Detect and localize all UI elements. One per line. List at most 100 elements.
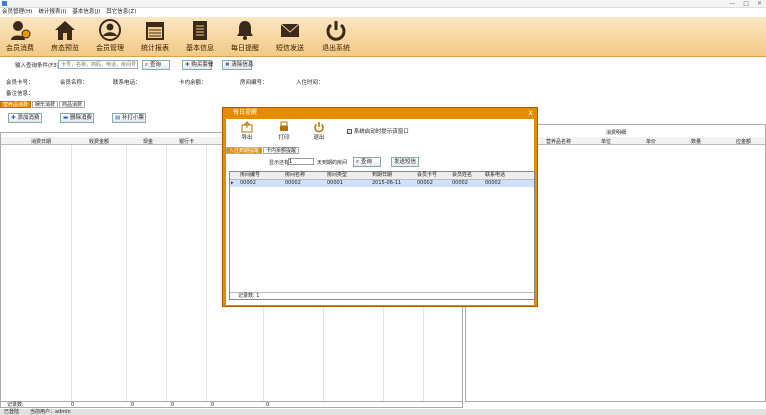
toolbar-exit[interactable]: 退出系统	[314, 19, 358, 55]
query-button[interactable]: ⌕ 查询	[142, 60, 170, 70]
col-cash: 现金	[143, 139, 154, 145]
add-consume-button[interactable]: ✚ 添加消费	[8, 113, 42, 123]
toolbar-label: 退出系统	[322, 44, 350, 52]
delete-consume-button[interactable]: ▬ 删除消费	[60, 113, 94, 123]
record-count-row: 记录数: 0 0 0 0 0	[0, 401, 463, 408]
status-bar: 已登陆 当前用户：admin	[0, 409, 766, 415]
user-circle-icon	[99, 19, 121, 41]
search-icon: ⌕	[356, 159, 360, 165]
maximize-button[interactable]: □	[743, 0, 749, 8]
minimize-button[interactable]: —	[729, 0, 735, 8]
card-label: 会员卡号：	[6, 80, 34, 86]
app-icon	[2, 1, 7, 6]
menu-basic[interactable]: 基本信息(J)	[72, 8, 100, 17]
detail-title: 消费明细	[606, 130, 627, 136]
printer-icon	[280, 121, 288, 131]
current-user: 当前用户：admin	[30, 409, 71, 415]
power-icon	[314, 122, 324, 133]
col-total: 应金额	[736, 139, 752, 145]
minus-icon: ▬	[63, 115, 69, 121]
startup-checkbox[interactable]: ✓ 系统启动时提示该窗口	[347, 127, 409, 135]
sum-1: 0	[131, 402, 135, 408]
col-amount: 收费金额	[89, 139, 110, 145]
filter-row: 显示还有 天到期的房间 ⌕ 查询 发送短信	[226, 155, 534, 169]
reminder-record-count: 记录数: 1	[230, 292, 534, 299]
toolbar-label: 会员消费	[6, 44, 34, 52]
printer-icon: ▤	[115, 115, 121, 121]
search-input[interactable]	[58, 60, 138, 69]
col-bankcard: 银行卡	[179, 139, 195, 145]
dialog-title: 每日提醒	[233, 109, 258, 116]
clear-info-button[interactable]: ✖ 清除信息	[222, 60, 253, 70]
reminder-grid-header: 房间编号 房间名称 房间类型 到期日期 会员卡号 会员姓名 联系电话	[230, 172, 534, 180]
tab-balance-reminder[interactable]: 卡内余额提醒	[263, 147, 300, 154]
days-input[interactable]	[288, 158, 314, 165]
member-consume-icon	[11, 21, 31, 40]
name-label: 会员名称：	[60, 80, 88, 86]
toolbar-label: 每日提醒	[231, 44, 259, 52]
menu-report[interactable]: 统计报表(I)	[38, 8, 66, 17]
table-row[interactable]: ▸ 00002 00002 00001 2015-06-11 00002 000…	[230, 180, 534, 187]
phone-label: 联系电话：	[113, 80, 141, 86]
room-label: 房间编号：	[240, 80, 268, 86]
bell-icon	[237, 21, 253, 40]
close-icon: ✖	[225, 62, 230, 68]
balance-label: 卡内余额：	[179, 80, 207, 86]
main-toolbar: 会员消费 房态预览 会员管理 统计报表 基本信息 每日提醒 短信发送 退出系统	[0, 17, 766, 57]
dialog-query-button[interactable]: ⌕ 查询	[353, 157, 381, 167]
daily-reminder-dialog: 每日提醒 x 导出 打印 退出 ✓ 系统启动时提示该窗口 入住到期提醒 卡内余额…	[222, 107, 538, 307]
sum-0: 0	[71, 402, 75, 408]
toolbar-label: 统计报表	[141, 44, 169, 52]
tab-entertainment[interactable]: 娱乐消费	[32, 101, 59, 108]
tab-nutrition[interactable]: 营养品消费	[0, 101, 32, 108]
toolbar-sms[interactable]: 短信发送	[268, 19, 312, 55]
plus-icon: ✚	[11, 115, 16, 121]
login-status: 已登陆	[4, 409, 20, 415]
row-indicator-icon: ▸	[231, 180, 234, 186]
sum-2: 0	[171, 402, 175, 408]
exit-button[interactable]: 退出	[304, 121, 334, 143]
close-button[interactable]: ✕	[757, 0, 762, 8]
toolbar-member-consume[interactable]: 会员消费	[0, 19, 42, 55]
dialog-close-button[interactable]: x	[528, 108, 533, 118]
consume-tabs: 营养品消费 娱乐消费 商品消费	[0, 101, 86, 108]
menu-other[interactable]: 其它信息(Z)	[106, 8, 136, 17]
buy-package-button[interactable]: ✚ 购买套餐	[182, 60, 213, 70]
record-count-label: 记录数:	[7, 402, 24, 408]
tab-checkin-expire[interactable]: 入住到期提醒	[226, 147, 263, 154]
menu-bar: 会员管理(H) 统计报表(I) 基本信息(J) 其它信息(Z)	[0, 8, 766, 17]
sum-4: 0	[266, 402, 270, 408]
checkbox-icon: ✓	[347, 129, 352, 134]
toolbar-label: 基本信息	[186, 44, 214, 52]
toolbar-member-manage[interactable]: 会员管理	[88, 19, 132, 55]
col-unit: 单位	[601, 139, 612, 145]
reminder-grid[interactable]: 房间编号 房间名称 房间类型 到期日期 会员卡号 会员姓名 联系电话 ▸ 000…	[229, 171, 535, 300]
reprint-receipt-button[interactable]: ▤ 补打小票	[112, 113, 146, 123]
power-icon	[326, 21, 346, 41]
note-label: 备注信息：	[6, 91, 34, 97]
tab-goods[interactable]: 商品消费	[59, 101, 86, 108]
toolbar-report[interactable]: 统计报表	[133, 19, 177, 55]
book-icon	[193, 21, 207, 40]
search-label: 输入查询条件(F3):	[15, 63, 61, 69]
toolbar-basic-info[interactable]: 基本信息	[178, 19, 222, 55]
plus-icon: ✚	[185, 62, 190, 68]
export-button[interactable]: 导出	[232, 121, 262, 143]
toolbar-label: 房态预览	[51, 44, 79, 52]
col-item-name: 营养品名称	[546, 139, 572, 145]
member-info: 会员卡号： 会员名称： 联系电话： 卡内余额： 房间编号： 入住时间： 备注信息…	[0, 75, 766, 99]
menu-member[interactable]: 会员管理(H)	[2, 8, 32, 17]
calendar-icon	[146, 22, 164, 40]
title-bar: — □ ✕	[0, 0, 766, 8]
print-button[interactable]: 打印	[269, 121, 299, 143]
house-icon	[55, 21, 75, 40]
toolbar-daily-reminder[interactable]: 每日提醒	[223, 19, 267, 55]
col-qty: 数量	[691, 139, 702, 145]
envelope-icon	[280, 23, 300, 37]
dialog-tabs: 入住到期提醒 卡内余额提醒	[226, 147, 300, 154]
toolbar-label: 短信发送	[276, 44, 304, 52]
toolbar-house-preview[interactable]: 房态预览	[43, 19, 87, 55]
export-icon	[241, 121, 253, 133]
search-icon: ⌕	[145, 62, 149, 68]
send-sms-button[interactable]: 发送短信	[391, 157, 419, 167]
